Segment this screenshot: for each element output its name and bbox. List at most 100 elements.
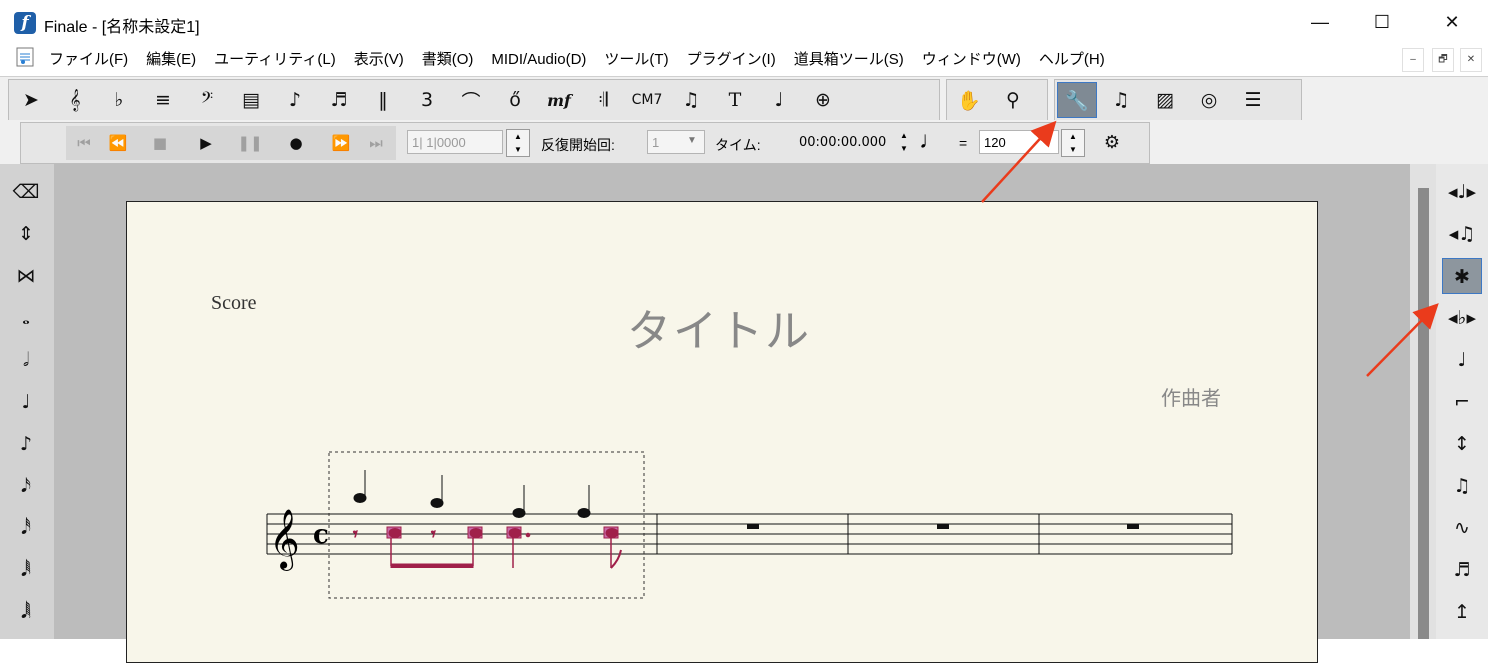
menu-utilities[interactable]: ユーティリティ(L) <box>205 50 345 70</box>
speedy-note-icon: ♬ <box>330 89 348 111</box>
menu-view[interactable]: 表示(V) <box>345 50 413 70</box>
resize-tool-button[interactable]: ♩ <box>759 82 799 118</box>
tie-button[interactable]: ⋈ <box>6 258 46 294</box>
half-note-button[interactable]: 𝅗𝅥 <box>6 342 46 378</box>
tuplet-tool-button[interactable]: 3 <box>407 82 447 118</box>
menu-midi-audio[interactable]: MIDI/Audio(D) <box>482 50 595 70</box>
smart-shape-tool-button[interactable]: ⌒ <box>451 82 491 118</box>
menu-file[interactable]: ファイル(F) <box>40 50 137 70</box>
playback-settings-button[interactable]: ⚙ <box>1097 129 1127 157</box>
sixteenth-note-button[interactable]: 𝅘𝅥𝅯 <box>6 468 46 504</box>
menu-edit[interactable]: 編集(E) <box>137 50 205 70</box>
stem-slash-button[interactable]: ✱ <box>1442 258 1482 294</box>
menu-document[interactable]: 書類(O) <box>413 50 483 70</box>
stem-length-button[interactable]: ♩ <box>1442 342 1482 378</box>
selection-box[interactable] <box>328 451 645 599</box>
special-tools-tool-button[interactable]: 🔧 <box>1057 82 1097 118</box>
pause-button[interactable]: ❚❚ <box>235 129 265 157</box>
page-layout-tool-button[interactable]: ⊕ <box>803 82 843 118</box>
selection-tool-button[interactable]: ➤ <box>11 82 51 118</box>
hand-grabber-tool-button[interactable]: ✋ <box>949 82 989 118</box>
tempo-field[interactable]: 120 <box>979 130 1059 154</box>
tie-icon: ⋈ <box>16 265 36 287</box>
eraser-button[interactable]: ⌫ <box>6 174 46 210</box>
score-manager-tool-button[interactable]: ☰ <box>1233 82 1273 118</box>
minimize-button[interactable]: — <box>1290 0 1350 44</box>
fast-forward-button[interactable]: ⏩ <box>326 129 356 157</box>
record-button[interactable]: ● <box>281 129 311 157</box>
expression-tool-button[interactable]: ő <box>495 82 535 118</box>
secondary-beam-button[interactable]: ∿ <box>1442 510 1482 546</box>
lyrics-tool-button[interactable]: ♫ <box>671 82 711 118</box>
go-to-end-button[interactable]: ⏭ <box>361 129 391 157</box>
menu-tools[interactable]: ツール(T) <box>595 50 677 70</box>
record-icon: ● <box>289 134 303 152</box>
beam-width-button[interactable]: ↥ <box>1442 594 1482 630</box>
thirty-second-note-button[interactable]: 𝅘𝅥𝅰 <box>6 510 46 546</box>
drag-note-button[interactable]: ⇕ <box>6 216 46 252</box>
tempo-stepper[interactable]: ▲ ▼ <box>1061 129 1085 157</box>
fast-forward-icon: ⏩ <box>331 134 351 152</box>
beam-extension-button[interactable]: ♫ <box>1442 468 1482 504</box>
score-canvas[interactable]: Score タイトル 作曲者 𝄞 c 𝄾 𝄾 <box>54 164 1410 663</box>
playback-controls: ⏮ ⏪ ■ ▶ ❚❚ ● ⏩ ⏭ 1| 1|0000 ▲ ▼ 反復開始回: 1 ▼… <box>20 122 1150 164</box>
measure-position-stepper[interactable]: ▲ ▼ <box>506 129 530 157</box>
staff-tool-button[interactable]: 𝄞 <box>55 82 95 118</box>
simple-entry-palette: ⌫ ⇕ ⋈ 𝅝 𝅗𝅥 ♩ ♪ 𝅘𝅥𝅯 𝅘𝅥𝅰 𝅘𝅥𝅱 𝅘𝅥𝅲 <box>0 164 54 639</box>
text-tool-button[interactable]: T <box>715 82 755 118</box>
key-signature-tool-button[interactable]: ♭ <box>99 82 139 118</box>
menu-bar: ファイル(F) 編集(E) ユーティリティ(L) 表示(V) 書類(O) MID… <box>0 44 1488 76</box>
quarter-note-button[interactable]: ♩ <box>6 384 46 420</box>
score-page[interactable]: Score タイトル 作曲者 𝄞 c 𝄾 𝄾 <box>126 201 1318 663</box>
simple-entry-tool-button[interactable]: ♪ <box>275 82 315 118</box>
speedy-entry-tool-button[interactable]: ♬ <box>319 82 359 118</box>
go-to-start-button[interactable]: ⏮ <box>69 129 99 157</box>
articulation-tool-button[interactable]: ‖ <box>363 82 403 118</box>
midi-tool-button[interactable]: ◎ <box>1189 82 1229 118</box>
measure-tool-button[interactable]: ▤ <box>231 82 271 118</box>
sixty-fourth-note-button[interactable]: 𝅘𝅥𝅱 <box>6 552 46 588</box>
graphics-tool-button[interactable]: ▨ <box>1145 82 1185 118</box>
beam-stem-adjust-button[interactable]: ♬ <box>1442 552 1482 588</box>
scrollbar-thumb[interactable] <box>1418 188 1429 639</box>
play-button[interactable]: ▶ <box>191 129 221 157</box>
note-position-button[interactable]: ◂♩▸ <box>1442 174 1482 210</box>
accidental-mover-button[interactable]: ◂♭▸ <box>1442 300 1482 336</box>
menu-toolbox[interactable]: 道具箱ツール(S) <box>785 50 913 70</box>
menu-help[interactable]: ヘルプ(H) <box>1030 50 1114 70</box>
time-label: タイム: <box>715 137 761 153</box>
clef-tool-button[interactable]: 𝄢 <box>187 82 227 118</box>
document-icon <box>16 47 34 67</box>
beam-angle-button[interactable]: ↕ <box>1442 426 1482 462</box>
beam-flip-icon: ∿ <box>1454 517 1470 539</box>
tempo-unit-stepper[interactable]: ▲ ▼ <box>893 129 915 155</box>
vertical-scrollbar[interactable] <box>1410 164 1436 639</box>
chord-tool-button[interactable]: CM7 <box>627 82 667 118</box>
rewind-button[interactable]: ⏪ <box>103 129 133 157</box>
menu-plugins[interactable]: プラグイン(I) <box>678 50 785 70</box>
stop-button[interactable]: ■ <box>145 129 175 157</box>
doc-restore-button[interactable]: 🗗 <box>1432 48 1454 72</box>
lyrics-icon: ♫ <box>682 89 700 111</box>
doc-minimize-button[interactable]: – <box>1402 48 1424 72</box>
beam-break-icon: ◂♭▸ <box>1447 307 1477 329</box>
dynamic-tool-button[interactable]: mf <box>539 82 579 118</box>
maximize-button[interactable]: ☐ <box>1352 0 1412 44</box>
broken-beam-button[interactable]: ⌐ <box>1442 384 1482 420</box>
eighth-note-button[interactable]: ♪ <box>6 426 46 462</box>
menu-window[interactable]: ウィンドウ(W) <box>913 50 1030 70</box>
time-signature-tool-button[interactable]: ≡ <box>143 82 183 118</box>
zoom-tool-button[interactable]: ⚲ <box>993 82 1033 118</box>
doc-close-button[interactable]: ✕ <box>1460 48 1482 72</box>
playback-tool-button[interactable]: ♫ <box>1101 82 1141 118</box>
staff-system[interactable]: 𝄞 c 𝄾 𝄾 <box>127 202 1317 662</box>
notehead-position-button[interactable]: ◂♫ <box>1442 216 1482 252</box>
repeat-tool-button[interactable]: 𝄇 <box>583 82 623 118</box>
magnifier-icon: ⚲ <box>1006 89 1020 111</box>
whole-note-button[interactable]: 𝅝 <box>6 300 46 336</box>
hundred-twenty-eighth-note-button[interactable]: 𝅘𝅥𝅲 <box>6 594 46 630</box>
whole-rests <box>747 524 1139 529</box>
measure-position-field[interactable]: 1| 1|0000 <box>407 130 503 154</box>
repeat-icon: 𝄇 <box>598 89 608 111</box>
close-button[interactable]: ✕ <box>1422 0 1482 44</box>
